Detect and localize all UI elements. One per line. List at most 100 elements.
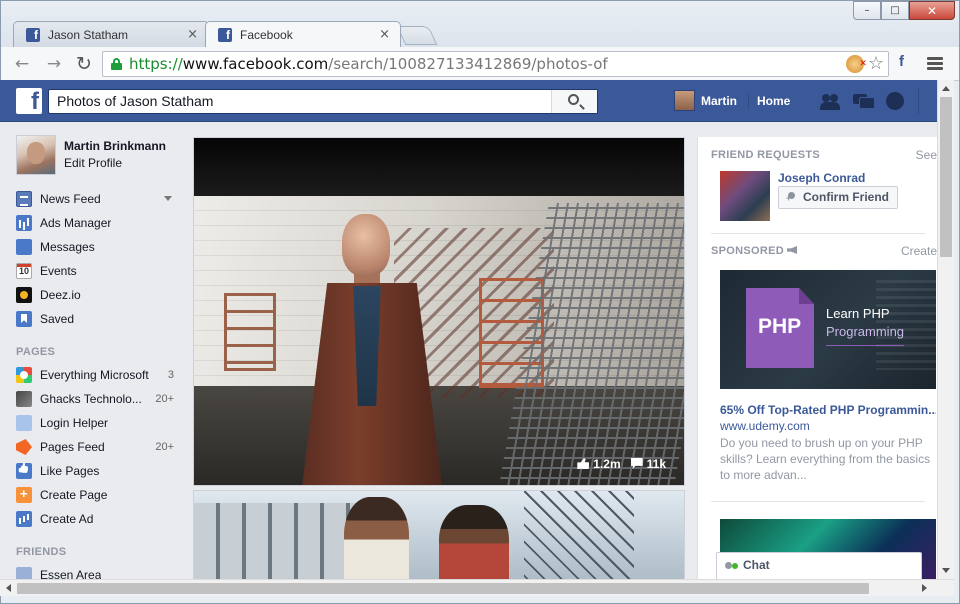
scroll-right-icon[interactable] <box>922 584 927 592</box>
sidebar-item-pages-feed[interactable]: Pages Feed 20+ <box>8 435 180 459</box>
edit-profile-link[interactable]: Edit Profile <box>64 156 166 170</box>
messages-icon[interactable] <box>853 92 875 110</box>
user-name: Martin <box>701 93 737 108</box>
reload-button[interactable]: ↻ <box>73 53 95 75</box>
search-button[interactable] <box>551 90 597 113</box>
ad-image-logo: PHP <box>758 315 802 338</box>
chevron-down-icon[interactable] <box>164 196 172 201</box>
omnibox-icons: ☆ <box>845 52 884 76</box>
friends-section-title[interactable]: FRIENDS <box>16 546 180 558</box>
likes-count[interactable]: 1.2m <box>577 457 621 471</box>
ads-manager-icon <box>16 215 32 231</box>
right-column: FRIEND REQUESTS See Joseph Conrad Confir… <box>697 137 937 579</box>
scroll-thumb-horizontal[interactable] <box>17 583 869 594</box>
avatar <box>674 90 695 111</box>
profile-block[interactable]: Martin Brinkmann Edit Profile <box>16 135 180 177</box>
friend-request-name[interactable]: Joseph Conrad <box>778 171 865 185</box>
login-helper-icon <box>16 415 32 431</box>
profile-picture[interactable] <box>16 135 56 175</box>
item-count: 20+ <box>155 393 174 405</box>
facebook-favicon-icon: f <box>218 28 232 42</box>
create-page-icon <box>16 486 32 503</box>
close-window-button[interactable]: ✕ <box>909 1 955 20</box>
photo-stats: 1.2m 11k <box>577 457 666 471</box>
item-count: 20+ <box>155 441 174 453</box>
messages-icon <box>16 239 32 255</box>
comment-icon <box>630 458 643 469</box>
like-pages-icon <box>16 463 32 479</box>
sidebar-item-everything-microsoft[interactable]: Everything Microsoft 3 <box>8 363 180 387</box>
ad-title[interactable]: 65% Off Top-Rated PHP Programmin... <box>720 403 936 417</box>
ad-url[interactable]: www.udemy.com <box>720 419 810 433</box>
sidebar-item-ads-manager[interactable]: Ads Manager <box>8 211 180 235</box>
tab-title: Jason Statham <box>48 27 129 42</box>
photo-second[interactable] <box>193 490 685 579</box>
tab-facebook[interactable]: f Facebook × <box>205 21 401 47</box>
url-scheme: https:// <box>129 55 183 73</box>
ad-image-line-2: Programming <box>826 324 905 339</box>
facebook-logo-icon[interactable]: f <box>16 88 42 115</box>
sponsored-title: SPONSORED <box>711 245 797 257</box>
facebook-header: f Photos of Jason Statham Martin Home <box>0 80 937 122</box>
tab-close-icon[interactable]: × <box>187 27 198 42</box>
sidebar-item-create-ad[interactable]: Create Ad <box>8 507 180 531</box>
comments-count[interactable]: 11k <box>630 457 666 471</box>
home-link[interactable]: Home <box>748 94 790 108</box>
tab-title: Facebook <box>240 27 293 42</box>
scroll-up-icon[interactable] <box>942 86 950 91</box>
sidebar-item-deez[interactable]: Deez.io <box>8 283 180 307</box>
forward-button[interactable]: → <box>43 53 65 75</box>
minimize-button[interactable]: – <box>853 1 881 20</box>
notifications-globe-icon[interactable] <box>885 92 905 110</box>
bookmark-star-icon[interactable]: ☆ <box>868 52 884 76</box>
ad-description: Do you need to brush up on your PHP skil… <box>720 436 931 482</box>
ad-image-line-1: Learn PHP <box>826 306 890 321</box>
online-status-icon <box>732 563 738 569</box>
profile-link[interactable]: Martin <box>674 90 737 111</box>
pages-section-title[interactable]: PAGES <box>16 346 180 358</box>
horizontal-scrollbar[interactable] <box>0 579 954 596</box>
scroll-left-icon[interactable] <box>6 584 11 592</box>
scroll-down-icon[interactable] <box>942 568 950 573</box>
profile-name[interactable]: Martin Brinkmann <box>64 139 166 153</box>
search-value: Photos of Jason Statham <box>57 93 214 109</box>
events-icon: 10 <box>16 263 32 279</box>
sidebar-item-messages[interactable]: Messages <box>8 235 180 259</box>
cookie-blocked-icon[interactable] <box>845 52 867 76</box>
chat-tab[interactable]: Chat <box>716 552 922 579</box>
tab-jason-statham[interactable]: f Jason Statham × <box>13 21 209 47</box>
sidebar-item-events[interactable]: 10 Events <box>8 259 180 283</box>
see-all-link[interactable]: See <box>916 148 937 162</box>
news-feed-icon <box>16 191 32 207</box>
megaphone-icon <box>787 246 797 254</box>
sidebar-item-news-feed[interactable]: News Feed <box>8 187 180 211</box>
tab-close-icon[interactable]: × <box>379 27 390 42</box>
lock-icon <box>111 58 122 70</box>
deez-icon <box>16 287 32 303</box>
photo-jason-statham[interactable]: 1.2m 11k <box>193 137 685 486</box>
sidebar-item-create-page[interactable]: Create Page <box>8 483 180 507</box>
sidebar-item-saved[interactable]: Saved <box>8 307 180 331</box>
maximize-button[interactable]: □ <box>881 1 909 20</box>
sidebar-item-ghacks[interactable]: Ghacks Technolo... 20+ <box>8 387 180 411</box>
back-button[interactable]: ← <box>11 53 33 75</box>
page-viewport: f Photos of Jason Statham Martin Home Ma… <box>0 80 937 579</box>
confirm-friend-button[interactable]: Confirm Friend <box>778 186 898 209</box>
scroll-thumb[interactable] <box>940 97 952 257</box>
friend-requests-icon[interactable] <box>820 92 840 110</box>
pages-feed-icon <box>16 439 32 455</box>
sidebar-item-friend-list[interactable]: Essen Area <box>8 563 180 579</box>
new-tab-button[interactable] <box>396 26 438 45</box>
sidebar-item-login-helper[interactable]: Login Helper <box>8 411 180 435</box>
search-input[interactable]: Photos of Jason Statham <box>48 89 598 114</box>
facebook-extension-icon[interactable]: f <box>899 53 904 70</box>
url-path: /search/100827133412869/photos-of <box>328 55 608 73</box>
ad-image[interactable]: PHP Learn PHP Programming <box>720 270 936 389</box>
photos-column: 1.2m 11k <box>193 137 685 579</box>
sidebar-item-like-pages[interactable]: Like Pages <box>8 459 180 483</box>
menu-icon[interactable] <box>927 57 943 71</box>
vertical-scrollbar[interactable] <box>937 80 954 579</box>
friend-request-photo[interactable] <box>720 171 770 221</box>
address-bar[interactable]: https://www.facebook.com/search/10082713… <box>102 51 889 77</box>
create-ad-link[interactable]: Create <box>901 244 937 258</box>
